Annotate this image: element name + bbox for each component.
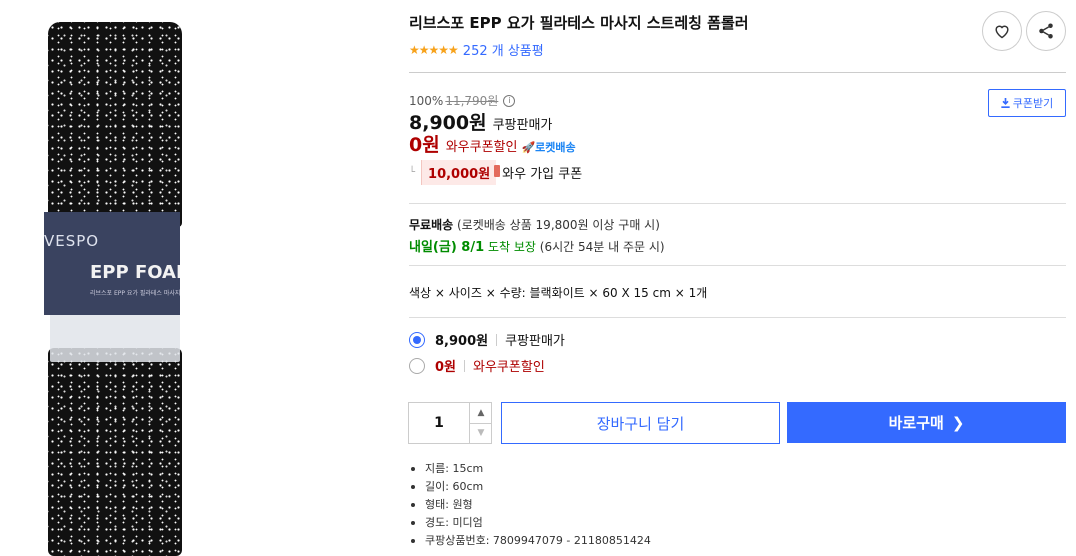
arrival-note: (6시간 54분 내 주문 시) [539,240,665,254]
foam-roller-bottom [48,348,182,556]
roller-subtitle: 리브스포 EPP 요가 필라테스 마사지 [90,290,180,297]
option-price: 8,900원 [435,334,489,349]
corner-arrow-icon: └ [409,167,416,178]
original-price: 11,790원 [445,94,499,108]
list-item: 경도: 미디엄 [409,514,651,532]
rocket-icon: 🚀 [521,141,536,154]
join-coupon-line: └ 10,000원 와우 가입 쿠폰 [409,160,582,185]
coupon-download-button[interactable]: 쿠폰받기 [988,89,1066,117]
price-option-sale[interactable]: 8,900원 쿠팡판매가 [409,330,565,349]
free-shipping-label: 무료배송 [409,218,454,232]
roller-brand: VESPO [44,232,100,250]
wishlist-button[interactable] [982,11,1022,51]
list-item: 길이: 60cm [409,478,651,496]
roller-title: EPP FOAM [90,262,180,283]
chevron-up-icon: ▲ [477,408,485,418]
star-rating-icon: ★★★★★ [409,42,459,57]
divider [409,317,1066,318]
arrival-date: 내일(금) 8/1 [409,240,485,255]
discount-line: 100% 11,790원 i [409,92,516,109]
shipping-line: 무료배송 (로켓배송 상품 19,800원 이상 구매 시) [409,216,660,233]
option-price: 0원 [435,360,457,375]
rocket-delivery-badge: 🚀로켓배송 [521,139,575,155]
quantity-input[interactable]: 1 [409,403,469,443]
heart-icon [995,25,1009,39]
review-count-link[interactable]: 252 개 상품평 [463,40,544,59]
quantity-decrease-button[interactable]: ▼ [469,423,492,443]
list-item: 쿠팡상품번호: 7809947079 - 21180851424 [409,532,651,550]
free-shipping-note: (로켓배송 상품 19,800원 이상 구매 시) [457,218,660,232]
product-title: 리브스포 EPP 요가 필라테스 마사지 스트레칭 폼롤러 [409,14,749,32]
info-icon[interactable]: i [503,94,516,107]
join-coupon-label: 와우 가입 쿠폰 [502,167,583,182]
arrival-guarantee: 도착 보장 [487,240,536,254]
rocket-label: 로켓배송 [535,141,576,154]
option-label: 쿠팡판매가 [505,334,565,349]
buy-now-button[interactable]: 바로구매 ❯ [787,402,1066,443]
discount-rate: 100% [409,93,444,108]
arrival-line: 내일(금) 8/1 도착 보장 (6시간 54분 내 주문 시) [409,236,665,255]
roller-label: VESPO EPP FOAM 리브스포 EPP 요가 필라테스 마사지 [44,212,180,315]
coupon-button-label: 쿠폰받기 [1012,97,1054,110]
spec-list: 지름: 15cm 길이: 60cm 형태: 원형 경도: 미디엄 쿠팡상품번호:… [409,460,651,550]
divider [409,203,1066,204]
foam-roller-top [48,22,182,227]
chevron-down-icon: ▼ [477,428,485,438]
wow-price-line: 0원 와우쿠폰할인 🚀로켓배송 [409,130,576,157]
divider [409,265,1066,266]
rating-row[interactable]: ★★★★★ 252 개 상품평 [409,40,544,60]
buy-now-label: 바로구매 [888,414,944,432]
selected-option: 색상 × 사이즈 × 수량: 블랙화이트 × 60 X 15 cm × 1개 [409,286,708,300]
coupon-amount-badge: 10,000원 [421,160,501,185]
divider [409,72,1066,73]
list-item: 형태: 원형 [409,496,651,514]
radio-selected-icon[interactable] [409,331,425,348]
radio-unselected-icon[interactable] [409,357,425,374]
wow-price-label: 와우쿠폰할인 [445,140,518,155]
option-label: 와우쿠폰할인 [473,360,545,375]
roller-sleeve [50,312,180,362]
wow-price: 0원 [409,134,440,156]
product-image[interactable]: VESPO EPP FOAM 리브스포 EPP 요가 필라테스 마사지 [0,0,385,556]
share-icon [1039,23,1053,39]
chevron-right-icon: ❯ [951,413,965,432]
share-button[interactable] [1026,11,1066,51]
list-item: 지름: 15cm [409,460,651,478]
separator [464,359,466,372]
price-option-wow[interactable]: 0원 와우쿠폰할인 [409,356,545,375]
download-icon [1001,98,1010,108]
quantity-increase-button[interactable]: ▲ [469,403,492,424]
quantity-stepper[interactable]: 1 ▲ ▼ [408,402,492,444]
separator [496,333,498,346]
add-to-cart-button[interactable]: 장바구니 담기 [501,402,780,444]
